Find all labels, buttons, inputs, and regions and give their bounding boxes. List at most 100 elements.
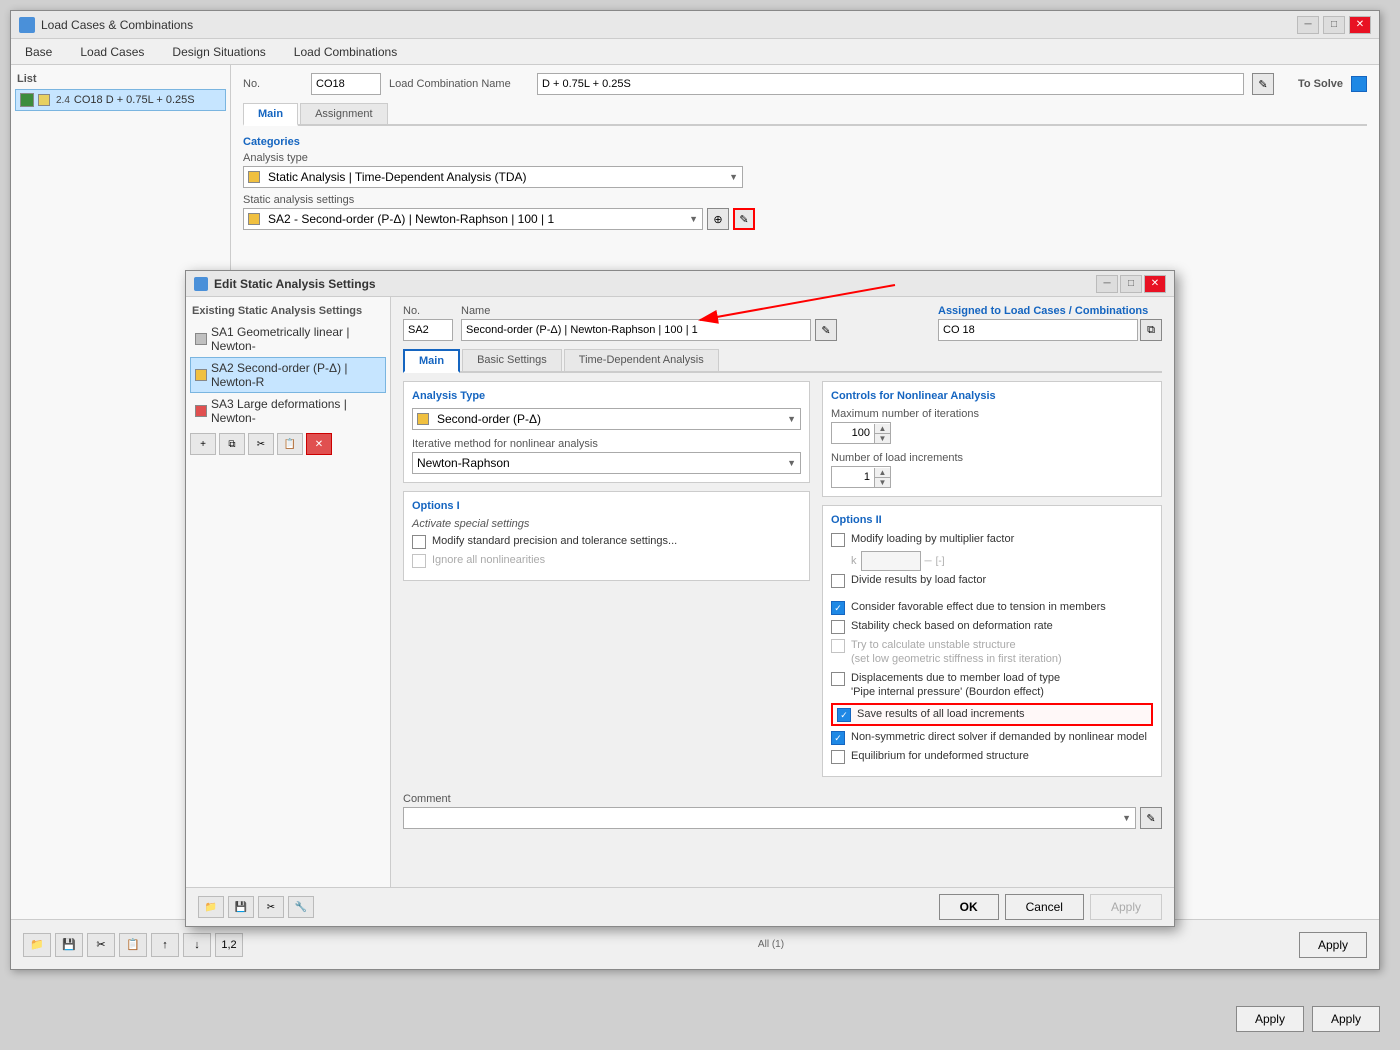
num-load-inc-spinbox[interactable]: 1 ▲ ▼ (831, 466, 891, 488)
try-calculate-checkbox[interactable] (831, 639, 845, 653)
menu-bar: Base Load Cases Design Situations Load C… (11, 39, 1379, 65)
close-button[interactable]: ✕ (1349, 16, 1371, 34)
dialog-tab-tda[interactable]: Time-Dependent Analysis (564, 349, 719, 371)
maximize-button[interactable]: □ (1323, 16, 1345, 34)
edit-name-button[interactable]: ✎ (1252, 73, 1274, 95)
dialog-tab-main[interactable]: Main (403, 349, 460, 373)
tb-btn-4[interactable]: 📋 (119, 933, 147, 957)
to-solve-checkbox[interactable] (1351, 76, 1367, 92)
dlg-footer-btn-2[interactable]: 💾 (228, 896, 254, 918)
dialog-name-input[interactable] (461, 319, 811, 341)
equilibrium-checkbox[interactable] (831, 750, 845, 764)
add-static-button[interactable]: ⊕ (707, 208, 729, 230)
tb-btn-6[interactable]: ↓ (183, 933, 211, 957)
dlg-footer-btn-1[interactable]: 📁 (198, 896, 224, 918)
modify-loading-checkbox[interactable] (831, 533, 845, 547)
dialog-title: Edit Static Analysis Settings (214, 277, 376, 291)
dlg-tb-cut[interactable]: ✂ (248, 433, 274, 455)
non-symmetric-check: ✓ (834, 733, 842, 744)
left-toolbar-icons: 📁 💾 ✂ 📋 ↑ ↓ 1,2 (23, 933, 243, 957)
dialog-no-input[interactable] (403, 319, 453, 341)
app-icon (19, 17, 35, 33)
tb-btn-7[interactable]: 1,2 (215, 933, 243, 957)
dialog-analysis-type-dropdown[interactable]: Second-order (P-Δ) ▼ (412, 408, 801, 430)
max-iter-up[interactable]: ▲ (875, 424, 890, 434)
main-apply-btn-2[interactable]: Apply (1312, 1006, 1380, 1032)
comment-edit-btn[interactable]: ✎ (1140, 807, 1162, 829)
comment-label: Comment (403, 793, 1162, 805)
outer-apply-button[interactable]: Apply (1299, 932, 1367, 958)
dialog-apply-button[interactable]: Apply (1090, 894, 1162, 920)
existing-label: Existing Static Analysis Settings (190, 301, 386, 321)
divide-results-checkbox[interactable] (831, 574, 845, 588)
menu-load-combinations[interactable]: Load Combinations (288, 43, 403, 61)
dialog-icon (194, 277, 208, 291)
dialog-assigned-btn[interactable]: ⧉ (1140, 319, 1162, 341)
tb-btn-2[interactable]: 💾 (55, 933, 83, 957)
all-count: All (1) (758, 939, 784, 950)
max-iter-spinbox[interactable]: 100 ▲ ▼ (831, 422, 891, 444)
dialog-close[interactable]: ✕ (1144, 275, 1166, 293)
save-results-checkbox[interactable]: ✓ (837, 708, 851, 722)
analysis-type-section: Analysis Type Second-order (P-Δ) ▼ Itera… (403, 381, 810, 483)
stability-check-checkbox[interactable] (831, 620, 845, 634)
dialog-assigned-input[interactable] (938, 319, 1138, 341)
dialog-maximize[interactable]: □ (1120, 275, 1142, 293)
dialog-minimize[interactable]: ─ (1096, 275, 1118, 293)
dialog-tab-basic[interactable]: Basic Settings (462, 349, 562, 371)
k-bracket: [-] (936, 556, 945, 567)
consider-favorable-check: ✓ (834, 603, 842, 614)
dlg-no-label: No. (403, 305, 453, 317)
modify-precision-checkbox[interactable] (412, 535, 426, 549)
main-tabs: Main Assignment (243, 103, 1367, 126)
dlg-footer-btn-4[interactable]: 🔧 (288, 896, 314, 918)
ok-button[interactable]: OK (939, 894, 999, 920)
dlg-tb-paste[interactable]: 📋 (277, 433, 303, 455)
tb-btn-1[interactable]: 📁 (23, 933, 51, 957)
tab-assignment[interactable]: Assignment (300, 103, 387, 124)
num-load-inc-down[interactable]: ▼ (875, 478, 890, 487)
dialog-iterative-dropdown[interactable]: Newton-Raphson ▼ (412, 452, 801, 474)
analysis-type-dropdown[interactable]: Static Analysis | Time-Dependent Analysi… (243, 166, 743, 188)
tb-btn-5[interactable]: ↑ (151, 933, 179, 957)
dialog-analysis-value: Second-order (P-Δ) (437, 412, 541, 426)
num-load-inc-label: Number of load increments (831, 452, 1153, 464)
options-i-section: Options I Activate special settings Modi… (403, 491, 810, 581)
combination-name-input[interactable] (537, 73, 1244, 95)
combination-no-input[interactable] (311, 73, 381, 95)
dlg-footer-btn-3[interactable]: ✂ (258, 896, 284, 918)
dialog-tabs: Main Basic Settings Time-Dependent Analy… (403, 349, 1162, 373)
main-apply-btn-1[interactable]: Apply (1236, 1006, 1304, 1032)
num-load-inc-up[interactable]: ▲ (875, 468, 890, 478)
dialog-title-bar: Edit Static Analysis Settings ─ □ ✕ (186, 271, 1174, 297)
dialog-list-item-sa2[interactable]: SA2 Second-order (P-Δ) | Newton-R (190, 357, 386, 393)
max-iter-down[interactable]: ▼ (875, 434, 890, 443)
no-label: No. (243, 78, 303, 90)
dlg-tb-delete[interactable]: ✕ (306, 433, 332, 455)
dialog-name-edit-btn[interactable]: ✎ (815, 319, 837, 341)
save-results-label: Save results of all load increments (857, 707, 1025, 721)
non-symmetric-checkbox[interactable]: ✓ (831, 731, 845, 745)
edit-static-button[interactable]: ✎ (733, 208, 755, 230)
ignore-nonlin-checkbox[interactable] (412, 554, 426, 568)
menu-load-cases[interactable]: Load Cases (74, 43, 150, 61)
main-window-title: Load Cases & Combinations (41, 18, 193, 32)
dlg-tb-copy[interactable]: ⧉ (219, 433, 245, 455)
dialog-list-item-sa3[interactable]: SA3 Large deformations | Newton- (190, 393, 386, 429)
minimize-button[interactable]: ─ (1297, 16, 1319, 34)
menu-base[interactable]: Base (19, 43, 58, 61)
dialog-list-item-sa1[interactable]: SA1 Geometrically linear | Newton- (190, 321, 386, 357)
static-analysis-dropdown[interactable]: SA2 - Second-order (P-Δ) | Newton-Raphso… (243, 208, 703, 230)
list-color-green (20, 93, 34, 107)
dialog-iterative-value: Newton-Raphson (417, 456, 510, 470)
displacements-checkbox[interactable] (831, 672, 845, 686)
comment-dropdown[interactable]: ▼ (403, 807, 1136, 829)
options-i-label: Options I (412, 500, 801, 512)
cancel-button[interactable]: Cancel (1005, 894, 1084, 920)
list-item[interactable]: 2.4 CO18 D + 0.75L + 0.25S (15, 89, 226, 111)
menu-design-situations[interactable]: Design Situations (166, 43, 271, 61)
tb-btn-3[interactable]: ✂ (87, 933, 115, 957)
tab-main[interactable]: Main (243, 103, 298, 126)
dlg-tb-add[interactable]: + (190, 433, 216, 455)
consider-favorable-checkbox[interactable]: ✓ (831, 601, 845, 615)
